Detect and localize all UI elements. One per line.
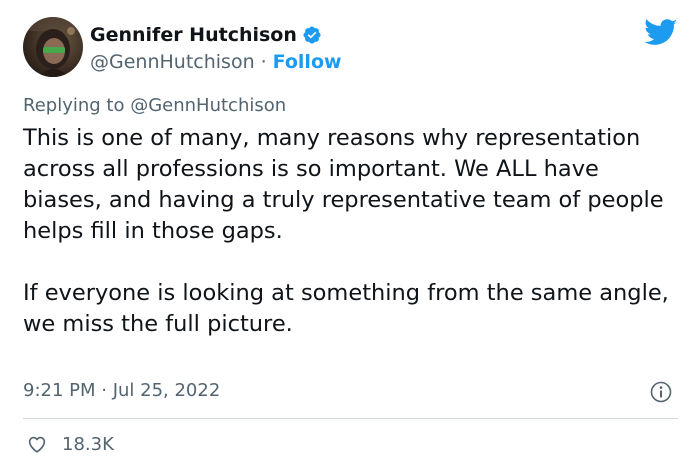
tweet-card: Gennifer Hutchison @GennHutchison · Foll… <box>0 0 700 471</box>
tweet-paragraph: This is one of many, many reasons why re… <box>23 125 664 244</box>
tweet-paragraph: If everyone is looking at something from… <box>23 280 669 337</box>
display-name[interactable]: Gennifer Hutchison <box>90 24 297 46</box>
like-button[interactable]: 18.3K <box>26 430 114 458</box>
heart-icon <box>26 433 48 455</box>
user-handle[interactable]: @GennHutchison <box>90 51 255 73</box>
handle-row: @GennHutchison · Follow <box>90 49 342 75</box>
verified-badge-icon <box>302 25 322 45</box>
replying-to-mention[interactable]: @GennHutchison <box>130 95 286 116</box>
twitter-bird-icon[interactable] <box>644 19 678 47</box>
avatar[interactable] <box>23 17 83 77</box>
tweet-timestamp[interactable]: 9:21 PM · Jul 25, 2022 <box>23 380 220 401</box>
info-icon[interactable] <box>650 381 672 403</box>
user-name-row: Gennifer Hutchison <box>90 22 322 48</box>
like-count: 18.3K <box>62 433 114 455</box>
replying-to: Replying to @GennHutchison <box>23 95 286 116</box>
follow-button[interactable]: Follow <box>273 51 342 73</box>
divider <box>23 418 678 419</box>
tweet-text: This is one of many, many reasons why re… <box>23 123 678 340</box>
separator-dot: · <box>260 51 267 73</box>
replying-to-label: Replying to <box>23 95 131 116</box>
